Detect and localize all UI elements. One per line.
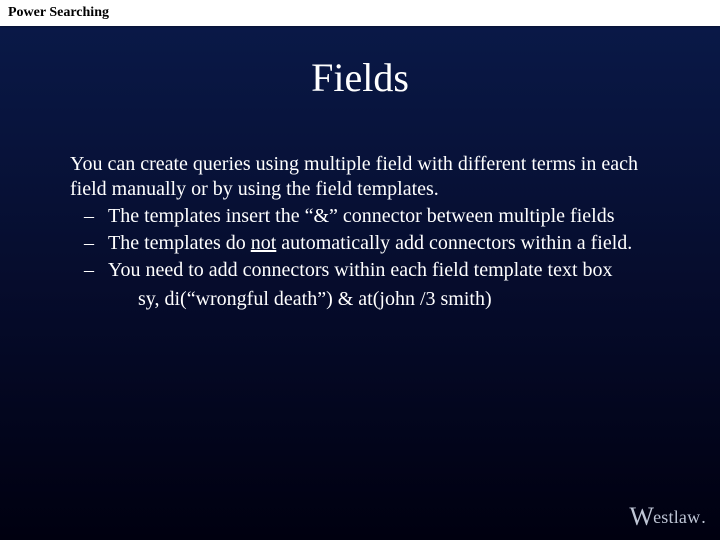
- slide-title: Fields: [0, 54, 720, 101]
- bullet-list: – The templates insert the “&” connector…: [70, 204, 670, 283]
- example-query: sy, di(“wrongful death”) & at(john /3 sm…: [138, 287, 670, 312]
- logo-rest: estlaw: [653, 507, 700, 528]
- logo-w: W: [629, 502, 654, 532]
- bullet-text: The templates insert the “&” connector b…: [108, 204, 670, 229]
- bullet-item: – The templates insert the “&” connector…: [70, 204, 670, 229]
- bullet-dash: –: [70, 258, 108, 283]
- header-bar: Power Searching: [0, 0, 720, 26]
- slide: Power Searching Fields You can create qu…: [0, 0, 720, 540]
- bullet-item: – The templates do not automatically add…: [70, 231, 670, 256]
- bullet-text: The templates do not automatically add c…: [108, 231, 670, 256]
- header-label: Power Searching: [0, 0, 720, 21]
- intro-text: You can create queries using multiple fi…: [70, 152, 670, 202]
- logo-dot: .: [701, 507, 706, 528]
- bullet-text: You need to add connectors within each f…: [108, 258, 670, 283]
- westlaw-logo: Westlaw.: [629, 502, 706, 532]
- slide-body: You can create queries using multiple fi…: [70, 152, 670, 312]
- bullet-item: – You need to add connectors within each…: [70, 258, 670, 283]
- bullet-dash: –: [70, 231, 108, 256]
- bullet-dash: –: [70, 204, 108, 229]
